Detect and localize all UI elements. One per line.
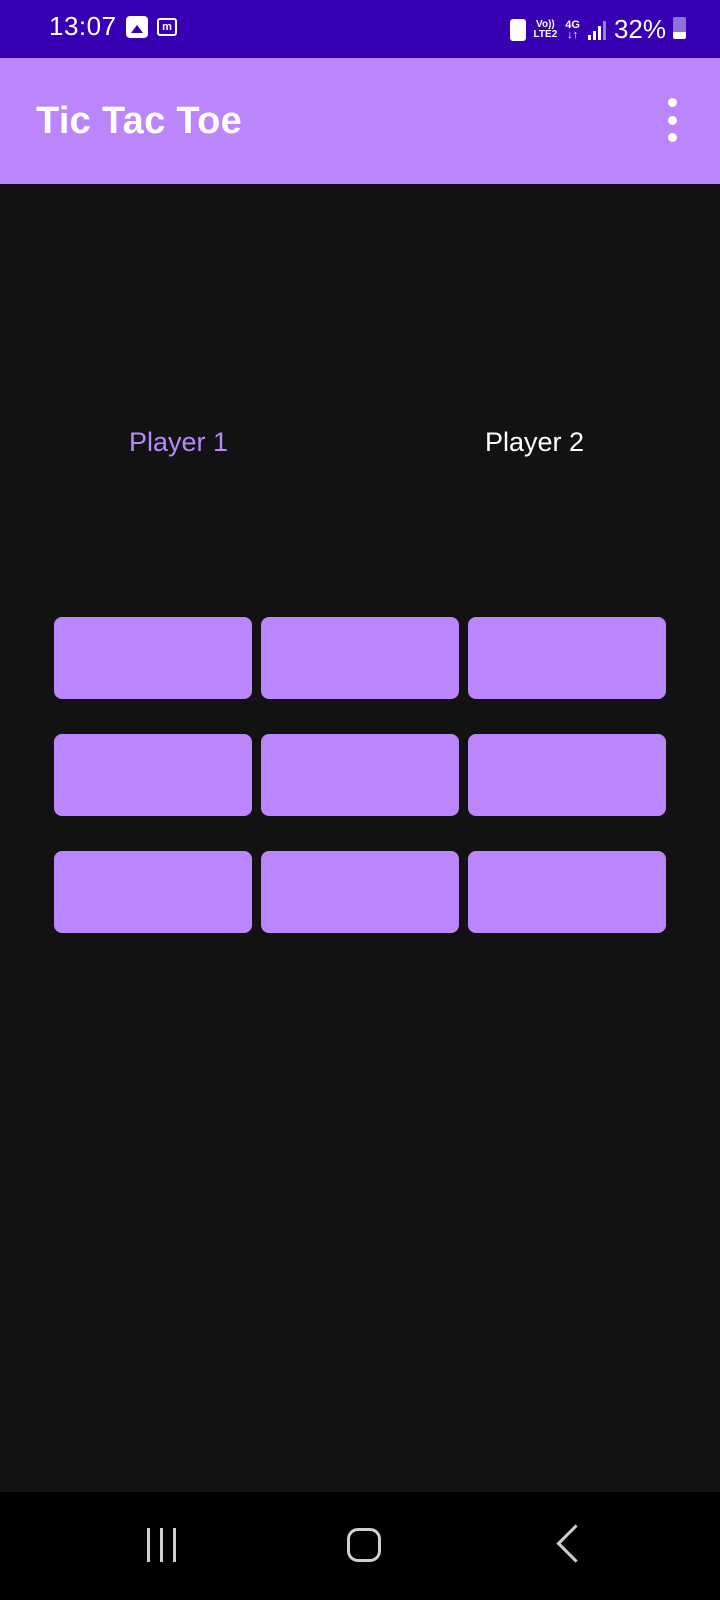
board-cell-3-1[interactable] [54,851,252,933]
battery-indicator: 32% [613,14,686,45]
screen: 13:07 m Vo)) LTE2 4G ↓↑ 32% Tic Tac Toe … [0,0,720,1600]
board-cell-2-2[interactable] [261,734,459,816]
navigation-bar [0,1492,720,1600]
board-cell-1-1[interactable] [54,617,252,699]
player-2-label: Player 2 [485,427,585,457]
more-vert-icon[interactable] [662,98,682,142]
signal-strength-icon [587,20,606,40]
status-bar: 13:07 m Vo)) LTE2 4G ↓↑ 32% [0,0,720,58]
volte-indicator: Vo)) LTE2 [533,18,558,40]
data-arrows-icon: ↓↑ [567,28,579,41]
network-type-label: 4G [565,18,580,31]
battery-icon [673,17,686,39]
battery-percent: 32% [613,14,666,44]
data-saver-icon [509,18,526,41]
app-title: Tic Tac Toe [36,100,243,142]
volte-top-label: Vo)) [536,18,555,30]
notification-icons: m [126,16,177,38]
status-time: 13:07 [49,11,117,41]
app-bar: Tic Tac Toe [0,58,720,184]
board-cell-2-3[interactable] [468,734,666,816]
recent-apps-icon[interactable] [147,1528,176,1562]
board-cell-1-2[interactable] [261,617,459,699]
gallery-icon [126,16,148,38]
network-type-indicator: 4G ↓↑ [565,18,580,41]
board-cell-2-1[interactable] [54,734,252,816]
game-board [54,617,666,933]
board-cell-3-2[interactable] [261,851,459,933]
home-icon[interactable] [347,1528,381,1562]
player-1-label: Player 1 [129,427,229,457]
back-icon[interactable] [556,1524,595,1563]
system-status-icons: Vo)) LTE2 4G ↓↑ 32% [509,14,686,45]
m-app-icon: m [157,18,177,36]
board-cell-3-3[interactable] [468,851,666,933]
board-cell-1-3[interactable] [468,617,666,699]
volte-bottom-label: LTE2 [533,28,558,40]
